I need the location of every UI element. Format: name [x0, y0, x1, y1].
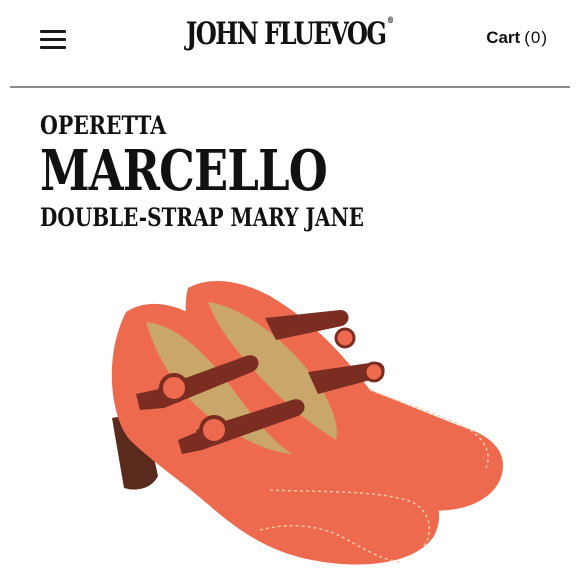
cart-label: Cart: [486, 28, 521, 47]
cart-count: (0): [524, 28, 548, 47]
brand-name: JOHN FLUEVOG: [185, 16, 387, 52]
product-image[interactable]: [40, 240, 560, 580]
header-divider: [10, 86, 570, 88]
site-header: JOHN FLUEVOG ® Cart (0): [0, 0, 580, 86]
cart-link[interactable]: Cart (0): [486, 28, 548, 48]
product-subtitle: DOUBLE-STRAP MARY JANE: [40, 203, 364, 232]
product-name: MARCELLO: [40, 138, 328, 204]
product-page: JOHN FLUEVOG ® Cart (0) OPERETTA MARCELLO …: [0, 0, 580, 580]
registered-mark: ®: [387, 16, 395, 26]
product-titles: OPERETTA MARCELLO DOUBLE-STRAP MARY JANE: [40, 110, 445, 236]
brand-logo[interactable]: JOHN FLUEVOG ®: [64, 16, 516, 52]
